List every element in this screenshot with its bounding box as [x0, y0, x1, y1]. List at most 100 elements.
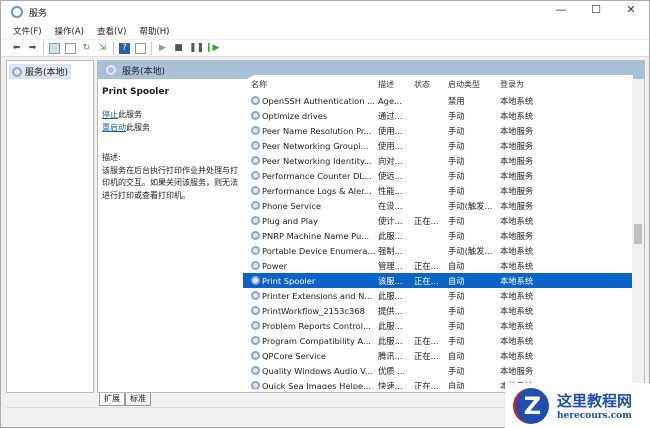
service-gear-icon [251, 351, 260, 360]
restart-service-link[interactable]: 重启动 [102, 123, 126, 132]
pane-header-title: 服务(本地) [122, 66, 166, 77]
tree-item-services-local[interactable]: 服务(本地) [9, 64, 72, 79]
service-name: OpenSSH Authentication ... [243, 96, 375, 106]
export-list-icon[interactable]: ⇲ [97, 43, 108, 54]
help-icon[interactable]: ? [119, 42, 130, 54]
service-description: 此服... [378, 290, 403, 301]
column-startup-type[interactable]: 启动类型 [445, 79, 497, 90]
service-name: PNRP Machine Name Pu... [243, 231, 375, 241]
service-description: 使远... [378, 170, 403, 181]
service-gear-icon [251, 276, 260, 285]
service-row[interactable]: QPCore Service 腾讯... 正在... 自动 本地系统 [243, 348, 633, 363]
tab-extended[interactable]: 扩展 [99, 393, 125, 406]
separator [151, 41, 152, 55]
service-description: 腾讯... [378, 350, 403, 361]
service-row[interactable]: Performance Counter DL... 使远... 手动 本地服务 [243, 168, 633, 183]
service-row[interactable]: Peer Name Resolution Pr... 使用... 手动 本地服务 [243, 123, 633, 138]
stop-service-link[interactable]: 停止 [102, 110, 118, 119]
service-gear-icon [251, 336, 260, 345]
services-window: 服务 — ☐ ✕ 文件(F) 操作(A) 查看(V) 帮助(H) ⬅ ➡ ↻ ⇲… [0, 0, 650, 428]
service-startup-type: 自动 [448, 350, 465, 361]
service-row[interactable]: Program Compatibility A... 此服... 正在... 手动 本地… [243, 333, 633, 348]
service-log-on-as: 本地服务 [500, 230, 534, 241]
service-startup-type: 手动(触发... [448, 245, 493, 256]
service-name-text: OpenSSH Authentication ... [262, 95, 375, 106]
toolbar: ⬅ ➡ ↻ ⇲ ? ▶ ■ ❚❚ ❙▶ [1, 40, 649, 57]
services-app-icon [11, 6, 23, 18]
watermark-en: herecours.com [557, 411, 632, 421]
column-name[interactable]: 名称 [243, 79, 375, 90]
service-startup-type: 自动 [448, 380, 465, 390]
pause-icon[interactable]: ❚❚ [189, 43, 204, 54]
service-gear-icon [251, 111, 260, 120]
service-row[interactable]: Optimize drives 通过... 手动 本地系统 [243, 108, 633, 123]
menu-view[interactable]: 查看(V) [97, 25, 126, 37]
service-row[interactable]: Power 管理... 正在... 自动 本地系统 [243, 258, 633, 273]
service-description: 使计... [378, 215, 403, 226]
service-row[interactable]: Portable Device Enumera... 强制... 手动(触发... 本… [243, 243, 633, 258]
service-row[interactable]: Peer Networking Identity... 向对... 手动 本地服务 [243, 153, 633, 168]
separator [43, 41, 44, 55]
service-name: Printer Extensions and N... [243, 291, 375, 301]
column-status[interactable]: 状态 [411, 79, 445, 90]
service-row[interactable]: PrintWorkflow_2153c368 提供... 手动 本地系统 [243, 303, 633, 318]
service-row[interactable]: Phone Service 在设... 手动(触发... 本地服务 [243, 198, 633, 213]
minimize-button[interactable]: — [546, 3, 576, 16]
vertical-scrollbar[interactable] [632, 79, 644, 393]
service-description: 性能... [378, 185, 403, 196]
service-log-on-as: 本地服务 [500, 365, 534, 376]
service-row[interactable]: Performance Logs & Aler... 性能... 手动 本地服务 [243, 183, 633, 198]
service-startup-type: 手动 [448, 335, 465, 346]
service-log-on-as: 本地服务 [500, 125, 534, 136]
show-console-tree-icon[interactable] [49, 42, 60, 54]
service-gear-icon [251, 366, 260, 375]
properties-icon[interactable] [65, 42, 76, 54]
stop-icon[interactable]: ■ [173, 43, 184, 54]
service-row[interactable]: Plug and Play 使计... 正在... 手动 本地系统 [243, 213, 633, 228]
column-description[interactable]: 描述 [375, 79, 411, 90]
window-title: 服务 [29, 8, 48, 19]
tree-item-label: 服务(本地) [25, 68, 69, 78]
description-label: 描述: [102, 153, 121, 162]
service-row[interactable]: Quality Windows Audio V... 优质 ... 手动 本地服务 [243, 363, 633, 378]
service-name: Performance Logs & Aler... [243, 186, 375, 196]
restart-icon[interactable]: ❙▶ [205, 43, 219, 54]
back-icon[interactable]: ⬅ [11, 43, 22, 54]
maximize-button[interactable]: ☐ [581, 3, 611, 16]
separator [113, 41, 114, 55]
list-header: 名称 描述 状态 启动类型 登录为 [243, 75, 633, 93]
tab-standard[interactable]: 标准 [125, 393, 151, 406]
scrollbar-thumb[interactable] [634, 224, 642, 244]
service-row[interactable]: Problem Reports Control... 此服... 手动 本地系统 [243, 318, 633, 333]
column-log-on-as[interactable]: 登录为 [497, 79, 547, 90]
service-startup-type: 手动 [448, 170, 465, 181]
refresh-icon[interactable]: ↻ [81, 43, 92, 54]
services-pane: 服务(本地) Print Spooler 停止此服务 重启动此服务 描述: 该服… [97, 60, 645, 393]
start-icon[interactable]: ▶ [157, 43, 168, 54]
forward-icon[interactable]: ➡ [27, 43, 38, 54]
service-startup-type: 手动 [448, 125, 465, 136]
service-name-text: Peer Name Resolution Pr... [262, 125, 372, 136]
service-name: Problem Reports Control... [243, 321, 375, 331]
service-name: Power [243, 261, 375, 271]
service-row[interactable]: OpenSSH Authentication ... Age... 禁用 本地系统 [243, 93, 633, 108]
service-row[interactable]: Print Spooler 该服... 正在... 自动 本地系统 [243, 273, 633, 288]
service-row[interactable]: PNRP Machine Name Pu... 此服... 手动 本地服务 [243, 228, 633, 243]
watermark-cn: 这里教程网 [557, 392, 633, 410]
service-row[interactable]: Printer Extensions and N... 此服... 手动 本地系统 [243, 288, 633, 303]
service-name: Optimize drives [243, 111, 375, 121]
close-button[interactable]: ✕ [616, 3, 646, 16]
service-log-on-as: 本地系统 [500, 305, 534, 316]
menu-action[interactable]: 操作(A) [55, 25, 84, 37]
service-gear-icon [251, 171, 260, 180]
menu-file[interactable]: 文件(F) [13, 25, 42, 37]
service-row[interactable]: Peer Networking Groupi... 使用... 手动 本地服务 [243, 138, 633, 153]
services-list: 名称 描述 状态 启动类型 登录为 OpenSSH Authentication… [243, 75, 633, 389]
service-startup-type: 手动(触发... [448, 200, 493, 211]
service-name: Plug and Play [243, 216, 375, 226]
menu-help[interactable]: 帮助(H) [139, 25, 169, 37]
show-action-pane-icon[interactable] [135, 42, 146, 54]
service-description: Age... [378, 95, 402, 106]
service-description: 向对... [378, 155, 403, 166]
service-gear-icon [251, 201, 260, 210]
